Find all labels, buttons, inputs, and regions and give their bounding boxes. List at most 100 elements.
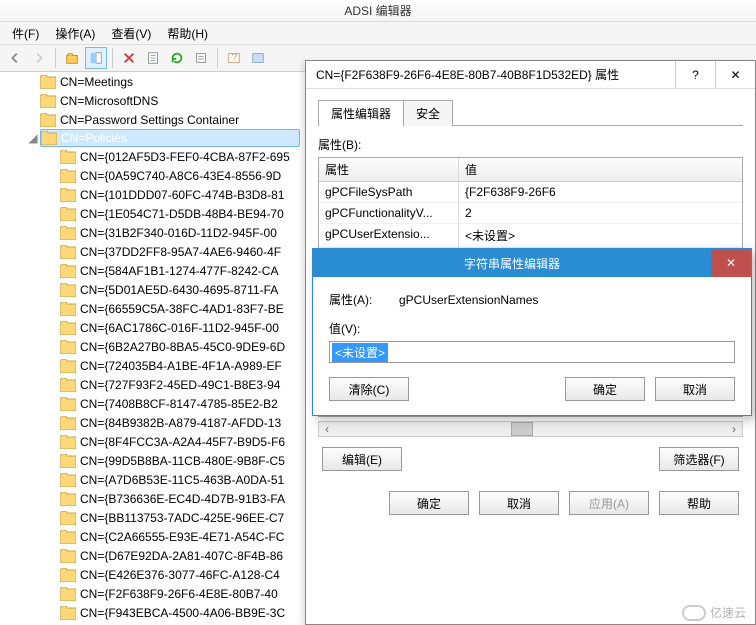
filter-button[interactable]: 筛选器(F) bbox=[659, 447, 739, 471]
tree-item[interactable]: CN={37DD2FF8-95A7-4AE6-9460-4F bbox=[40, 242, 300, 261]
tree-item-label: CN={5D01AE5D-6430-4695-8711-FA bbox=[80, 283, 278, 297]
tree-item-label: CN={84B9382B-A879-4187-AFDD-13 bbox=[80, 416, 281, 430]
tree-item[interactable]: CN={5D01AE5D-6430-4695-8711-FA bbox=[40, 280, 300, 299]
tree-item[interactable]: CN={84B9382B-A879-4187-AFDD-13 bbox=[40, 413, 300, 432]
tree-item[interactable]: CN={C2A66555-E93E-4E71-A54C-FC bbox=[40, 527, 300, 546]
scroll-thumb[interactable] bbox=[511, 422, 533, 436]
properties-title: CN={F2F638F9-26F6-4E8E-80B7-40B8F1D532ED… bbox=[306, 66, 675, 83]
tree-item[interactable]: CN={584AF1B1-1274-477F-8242-CA bbox=[40, 261, 300, 280]
tree-item[interactable]: CN={101DDD07-60FC-474B-B3D8-81 bbox=[40, 185, 300, 204]
scroll-left-icon[interactable]: ‹ bbox=[319, 422, 335, 436]
value-input[interactable]: <未设置> bbox=[329, 341, 735, 363]
tree-item-label: CN={012AF5D3-FEF0-4CBA-87F2-695 bbox=[80, 150, 290, 164]
tree-item[interactable]: CN={F943EBCA-4500-4A06-BB9E-3C bbox=[40, 603, 300, 622]
close-icon[interactable]: ✕ bbox=[711, 249, 751, 277]
tree-item[interactable]: CN={31B2F340-016D-11D2-945F-00 bbox=[40, 223, 300, 242]
tree-item[interactable]: CN={6AC1786C-016F-11D2-945F-00 bbox=[40, 318, 300, 337]
tree-item[interactable]: CN={7408B8CF-8147-4785-85E2-B2 bbox=[40, 394, 300, 413]
tree-item-label: CN={B736636E-EC4D-4D7B-91B3-FA bbox=[80, 492, 285, 506]
tree-item-label: CN={BB113753-7ADC-425E-96EE-C7 bbox=[80, 511, 284, 525]
up-button[interactable] bbox=[61, 47, 83, 69]
col-name[interactable]: 属性 bbox=[319, 158, 459, 181]
tree-item[interactable]: ◢CN=Policies bbox=[40, 129, 300, 147]
forward-button[interactable] bbox=[28, 47, 50, 69]
tree-item[interactable]: CN={1E054C71-D5DB-48B4-BE94-70 bbox=[40, 204, 300, 223]
tab-security[interactable]: 安全 bbox=[403, 100, 453, 126]
tree-item-label: CN={6AC1786C-016F-11D2-945F-00 bbox=[80, 321, 279, 335]
tree-item[interactable]: CN={D67E92DA-2A81-407C-8F4B-86 bbox=[40, 546, 300, 565]
tree-item-label: CN={E426E376-3077-46FC-A128-C4 bbox=[80, 568, 280, 582]
tree-item-label: CN={0A59C740-A8C6-43E4-8556-9D bbox=[80, 169, 281, 183]
tree-item[interactable]: CN={F2F638F9-26F6-4E8E-80B7-40 bbox=[40, 584, 300, 603]
tree-view[interactable]: CN=Meetings CN=MicrosoftDNS CN=Password Se… bbox=[0, 72, 300, 625]
menu-file[interactable]: 件(F) bbox=[4, 23, 47, 44]
attr-value: gPCUserExtensionNames bbox=[399, 293, 538, 307]
tree-item[interactable]: CN={8F4FCC3A-A2A4-45F7-B9D5-F6 bbox=[40, 432, 300, 451]
tree-item-label: CN=Password Settings Container bbox=[60, 113, 239, 127]
tree-item[interactable]: CN={012AF5D3-FEF0-4CBA-87F2-695 bbox=[40, 147, 300, 166]
properties-button[interactable] bbox=[142, 47, 164, 69]
value-label: 值(V): bbox=[329, 320, 735, 337]
tree-item-label: CN=Meetings bbox=[60, 75, 133, 89]
cloud-icon bbox=[682, 605, 706, 621]
scroll-right-icon[interactable]: › bbox=[726, 422, 742, 436]
tree-item[interactable]: CN={99D5B8BA-11CB-480E-9B8F-C5 bbox=[40, 451, 300, 470]
dlg-cancel-button[interactable]: 取消 bbox=[655, 377, 735, 401]
tree-item-label: CN={8F4FCC3A-A2A4-45F7-B9D5-F6 bbox=[80, 435, 285, 449]
string-editor-dialog: 字符串属性编辑器 ✕ 属性(A): gPCUserExtensionNames … bbox=[312, 248, 752, 416]
menu-view[interactable]: 查看(V) bbox=[103, 23, 159, 44]
tree-item-label: CN={D67E92DA-2A81-407C-8F4B-86 bbox=[80, 549, 283, 563]
tree-item-label: CN=MicrosoftDNS bbox=[60, 94, 158, 108]
table-row[interactable]: gPCUserExtensio...<未设置> bbox=[319, 224, 742, 248]
tree-item[interactable]: CN=Password Settings Container bbox=[40, 110, 300, 129]
tree-item[interactable]: CN=Meetings bbox=[40, 72, 300, 91]
help-dialog-button[interactable]: ? bbox=[675, 61, 715, 88]
tree-item-label: CN={99D5B8BA-11CB-480E-9B8F-C5 bbox=[80, 454, 285, 468]
tree-item[interactable]: CN={BB113753-7ADC-425E-96EE-C7 bbox=[40, 508, 300, 527]
tree-item-label: CN={101DDD07-60FC-474B-B3D8-81 bbox=[80, 188, 284, 202]
tree-item[interactable]: CN={6B2A27B0-8BA5-45C0-9DE9-6D bbox=[40, 337, 300, 356]
export-button[interactable] bbox=[190, 47, 212, 69]
tree-item[interactable]: CN={E426E376-3077-46FC-A128-C4 bbox=[40, 565, 300, 584]
tree-item-label: CN={F2F638F9-26F6-4E8E-80B7-40 bbox=[80, 587, 278, 601]
close-dialog-button[interactable]: ✕ bbox=[715, 61, 755, 88]
back-button[interactable] bbox=[4, 47, 26, 69]
tab-strip: 属性编辑器 安全 bbox=[318, 99, 743, 126]
cancel-button[interactable]: 取消 bbox=[479, 491, 559, 515]
clear-button[interactable]: 清除(C) bbox=[329, 377, 409, 401]
refresh-button[interactable] bbox=[166, 47, 188, 69]
attributes-label: 属性(B): bbox=[318, 136, 743, 153]
ok-button[interactable]: 确定 bbox=[389, 491, 469, 515]
delete-button[interactable] bbox=[118, 47, 140, 69]
menubar: 件(F) 操作(A) 查看(V) 帮助(H) bbox=[0, 22, 756, 44]
help-button[interactable]: 帮助 bbox=[659, 491, 739, 515]
tree-item[interactable]: CN={727F93F2-45ED-49C1-B8E3-94 bbox=[40, 375, 300, 394]
tree-item-label: CN={584AF1B1-1274-477F-8242-CA bbox=[80, 264, 278, 278]
table-row[interactable]: gPCFileSysPath {F2F638F9-26F6 bbox=[319, 182, 742, 203]
tree-item-label: CN={724035B4-A1BE-4F1A-A989-EF bbox=[80, 359, 282, 373]
h-scrollbar[interactable]: ‹ › bbox=[318, 421, 743, 437]
tree-item[interactable]: CN={A7D6B53E-11C5-463B-A0DA-51 bbox=[40, 470, 300, 489]
show-button[interactable] bbox=[85, 47, 107, 69]
tree-item-label: CN=Policies bbox=[61, 131, 127, 145]
help-button[interactable]: ? bbox=[223, 47, 245, 69]
tree-item[interactable]: CN={B736636E-EC4D-4D7B-91B3-FA bbox=[40, 489, 300, 508]
tree-item[interactable]: CN=MicrosoftDNS bbox=[40, 91, 300, 110]
tree-item[interactable]: CN={0A59C740-A8C6-43E4-8556-9D bbox=[40, 166, 300, 185]
dlg-ok-button[interactable]: 确定 bbox=[565, 377, 645, 401]
watermark: 亿速云 bbox=[682, 604, 746, 621]
tree-item-label: CN={C2A66555-E93E-4E71-A54C-FC bbox=[80, 530, 284, 544]
apply-button[interactable]: 应用(A) bbox=[569, 491, 649, 515]
table-row[interactable]: gPCFunctionalityV...2 bbox=[319, 203, 742, 224]
tree-item[interactable]: CN={724035B4-A1BE-4F1A-A989-EF bbox=[40, 356, 300, 375]
string-editor-title: 字符串属性编辑器 bbox=[313, 255, 711, 272]
tree-item-label: CN={66559C5A-38FC-4AD1-83F7-BE bbox=[80, 302, 284, 316]
tab-attribute-editor[interactable]: 属性编辑器 bbox=[318, 100, 404, 126]
tree-item[interactable]: CN={66559C5A-38FC-4AD1-83F7-BE bbox=[40, 299, 300, 318]
menu-help[interactable]: 帮助(H) bbox=[159, 23, 216, 44]
tree-item-label: CN={7408B8CF-8147-4785-85E2-B2 bbox=[80, 397, 278, 411]
edit-button[interactable]: 编辑(E) bbox=[322, 447, 402, 471]
view-button[interactable] bbox=[247, 47, 269, 69]
col-value[interactable]: 值 bbox=[459, 158, 742, 181]
menu-action[interactable]: 操作(A) bbox=[47, 23, 103, 44]
